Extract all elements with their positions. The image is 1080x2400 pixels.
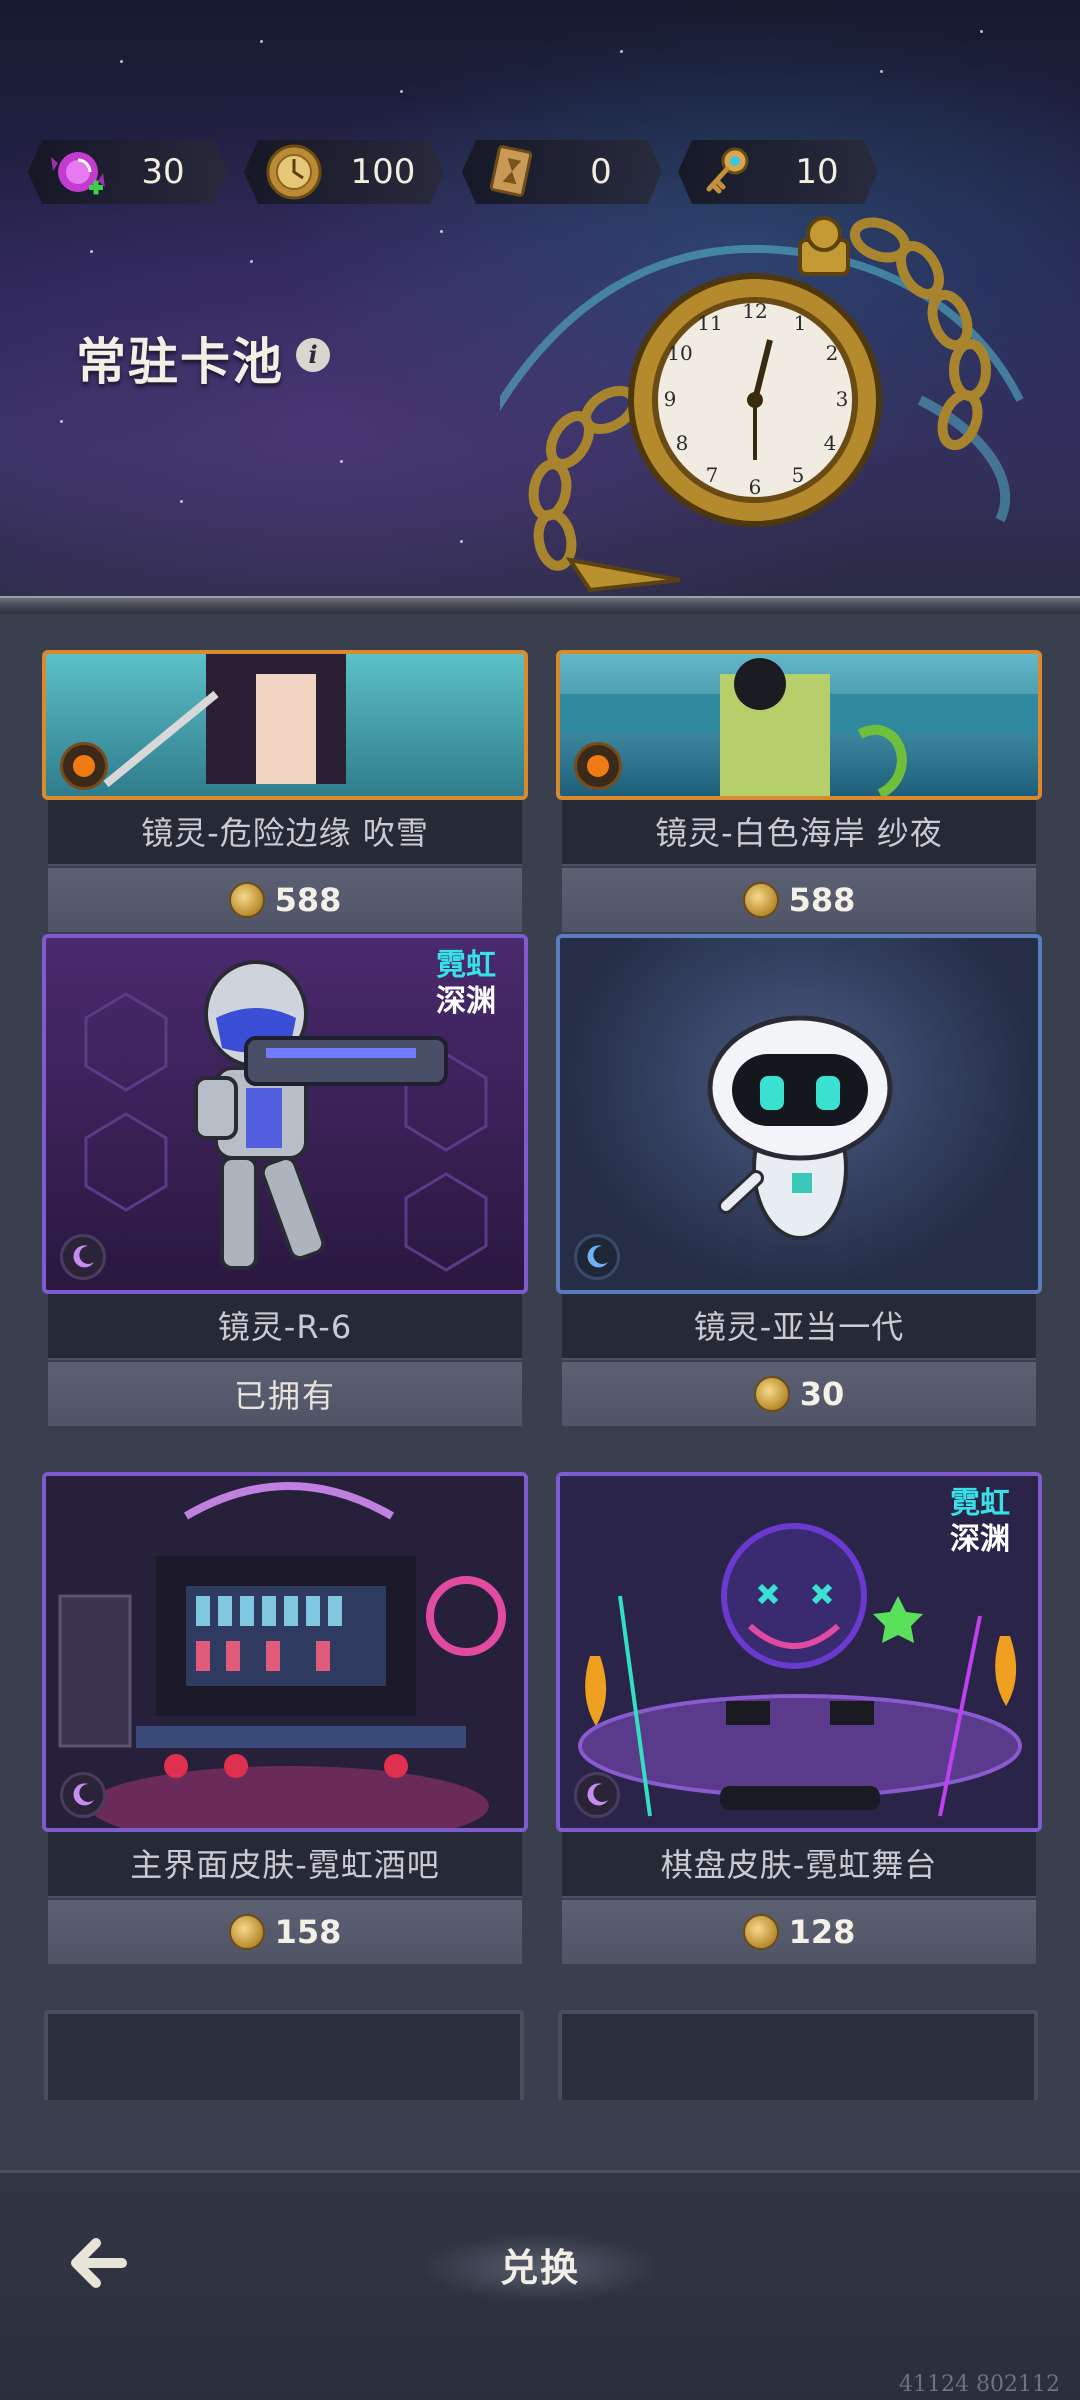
candy-count: 30 [141, 152, 185, 192]
item-card-partial[interactable] [558, 2010, 1038, 2100]
item-name: 镜灵-R-6 [48, 1294, 522, 1360]
pool-title: 常驻卡池 [76, 333, 284, 391]
item-price[interactable]: 588 [562, 868, 1036, 932]
item-thumbnail [42, 650, 528, 800]
pocket-watch-illustration: 12 12 3 45 6 78 9 1011 [500, 216, 1024, 593]
rarity-orange-icon [574, 742, 622, 790]
item-name: 镜灵-亚当一代 [562, 1294, 1036, 1360]
coin-icon [228, 882, 265, 918]
item-name: 主界面皮肤-霓虹酒吧 [48, 1832, 522, 1898]
build-id: 41124 802112 [899, 2372, 1060, 2397]
item-grid[interactable]: 镜灵-危险边缘 吹雪 588 镜灵-白色海岸 纱夜 588 霓虹 深渊 镜灵-R… [0, 614, 1080, 2100]
bottom-bar: 兑换 [0, 2170, 1080, 2400]
item-price[interactable]: 128 [562, 1900, 1036, 1964]
rarity-moon-icon [60, 1234, 106, 1280]
rarity-orange-icon [60, 742, 108, 790]
svg-text:12: 12 [742, 299, 767, 323]
item-thumbnail: 霓虹 深渊 [556, 1472, 1042, 1832]
exchange-button[interactable]: 兑换 [420, 2233, 660, 2303]
svg-text:7: 7 [706, 463, 719, 487]
item-name: 镜灵-白色海岸 纱夜 [562, 800, 1036, 866]
svg-text:10: 10 [667, 341, 692, 365]
item-price-value: 158 [274, 1913, 342, 1951]
item-price-value: 128 [788, 1913, 856, 1951]
item-price-value: 30 [799, 1375, 845, 1413]
owned-label: 已拥有 [233, 1377, 336, 1415]
svg-text:9: 9 [664, 387, 677, 411]
coin-icon [228, 1914, 265, 1950]
item-thumbnail [556, 650, 1042, 800]
item-thumbnail [556, 934, 1042, 1294]
item-price[interactable]: 158 [48, 1900, 522, 1964]
coin-icon [753, 1376, 790, 1412]
svg-text:2: 2 [826, 341, 839, 365]
item-owned-status: 已拥有 [48, 1362, 522, 1426]
rarity-moon-icon [60, 1772, 106, 1818]
back-arrow-icon[interactable] [60, 2225, 136, 2301]
item-price[interactable]: 30 [562, 1362, 1036, 1426]
banner-divider [0, 596, 1080, 614]
svg-text:11: 11 [697, 311, 722, 335]
svg-text:8: 8 [676, 431, 689, 455]
item-thumbnail [42, 1472, 528, 1832]
item-thumbnail: 霓虹 深渊 [42, 934, 528, 1294]
info-icon[interactable]: i [296, 338, 330, 372]
coin-icon [264, 142, 324, 202]
neon-abyss-badge: 霓虹 深渊 [950, 1486, 1010, 1557]
svg-text:5: 5 [792, 463, 805, 487]
svg-text:6: 6 [749, 475, 762, 499]
item-price-value: 588 [274, 881, 342, 919]
svg-text:3: 3 [836, 387, 849, 411]
coin-icon [742, 882, 779, 918]
candy-icon [48, 142, 108, 202]
item-card-partial[interactable] [44, 2010, 524, 2100]
item-name: 镜灵-危险边缘 吹雪 [48, 800, 522, 866]
item-name: 棋盘皮肤-霓虹舞台 [562, 1832, 1036, 1898]
svg-text:4: 4 [824, 431, 837, 455]
rarity-moon-icon [574, 1772, 620, 1818]
svg-text:1: 1 [794, 311, 807, 335]
neon-abyss-badge: 霓虹 深渊 [436, 948, 496, 1019]
rarity-moon-icon [574, 1234, 620, 1280]
item-price-value: 588 [788, 881, 856, 919]
coin-icon [742, 1914, 779, 1950]
pool-banner: 30 100 0 10 常驻卡池 i 12 1 2 3 4 5 6 7 8 9 … [0, 0, 1080, 600]
coin-count: 100 [350, 152, 416, 192]
item-price[interactable]: 588 [48, 868, 522, 932]
